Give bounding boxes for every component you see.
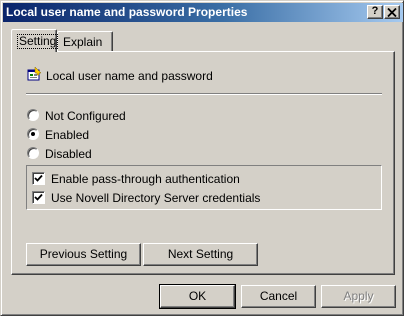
ok-button[interactable]: OK	[159, 284, 236, 309]
policy-setting-icon	[27, 67, 42, 81]
tab-explain[interactable]: Explain	[57, 31, 113, 51]
tab-setting[interactable]: Setting	[11, 29, 59, 52]
tab-setting-label: Setting	[17, 34, 59, 49]
setting-panel: Local user name and password Not Configu…	[11, 51, 395, 275]
radio-selected-dot	[31, 132, 35, 136]
window-title: Local user name and password Properties	[6, 5, 248, 19]
properties-dialog: Local user name and password Properties …	[0, 0, 404, 316]
checkbox-label: Use Novell Directory Server credentials	[51, 191, 261, 205]
title-bar[interactable]: Local user name and password Properties …	[3, 3, 403, 22]
checkmark-icon	[34, 193, 43, 201]
policy-name: Local user name and password	[46, 69, 213, 83]
radio-button[interactable]	[27, 109, 39, 121]
radio-label: Disabled	[45, 147, 92, 161]
cancel-button[interactable]: Cancel	[241, 285, 316, 308]
radio-label: Enabled	[45, 128, 90, 142]
previous-setting-button[interactable]: Previous Setting	[26, 243, 141, 266]
radio-label: Not Configured	[45, 109, 126, 123]
radio-button[interactable]	[27, 147, 39, 159]
checkbox[interactable]	[32, 172, 45, 185]
help-button[interactable]: ?	[367, 5, 383, 19]
options-group: Enable pass-through authentication Use N…	[26, 165, 382, 210]
checkbox[interactable]	[32, 191, 45, 204]
close-icon	[387, 7, 397, 18]
apply-button[interactable]: Apply	[321, 285, 396, 308]
separator	[26, 93, 382, 95]
checkbox-label: Enable pass-through authentication	[51, 172, 240, 186]
checkmark-icon	[34, 174, 43, 182]
close-button[interactable]	[384, 5, 400, 19]
tab-explain-label: Explain	[63, 35, 103, 49]
next-setting-button[interactable]: Next Setting	[143, 243, 258, 266]
radio-button[interactable]	[27, 128, 39, 140]
